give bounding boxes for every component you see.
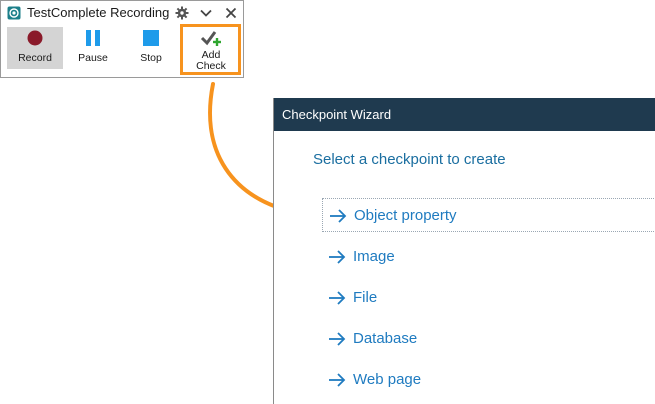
option-image[interactable]: Image — [322, 240, 655, 274]
wizard-prompt: Select a checkpoint to create — [313, 151, 506, 168]
option-label: Database — [353, 330, 418, 347]
wizard-header: Checkpoint Wizard — [274, 98, 655, 131]
arrow-right-icon — [329, 250, 346, 264]
checkpoint-wizard: Checkpoint Wizard Select a checkpoint to… — [273, 98, 655, 404]
arrow-right-icon — [329, 373, 346, 387]
arrow-right-icon — [329, 291, 346, 305]
arrow-right-icon — [329, 332, 346, 346]
arrow-right-icon — [330, 209, 347, 223]
option-label: File — [353, 289, 378, 306]
option-object-property[interactable]: Object property — [322, 198, 655, 232]
option-label: Image — [353, 248, 395, 265]
option-web-page[interactable]: Web page — [322, 363, 655, 397]
option-file[interactable]: File — [322, 281, 655, 315]
option-database[interactable]: Database — [322, 322, 655, 356]
wizard-title: Checkpoint Wizard — [282, 107, 392, 122]
option-label: Object property — [354, 207, 457, 224]
option-label: Web page — [353, 371, 422, 388]
